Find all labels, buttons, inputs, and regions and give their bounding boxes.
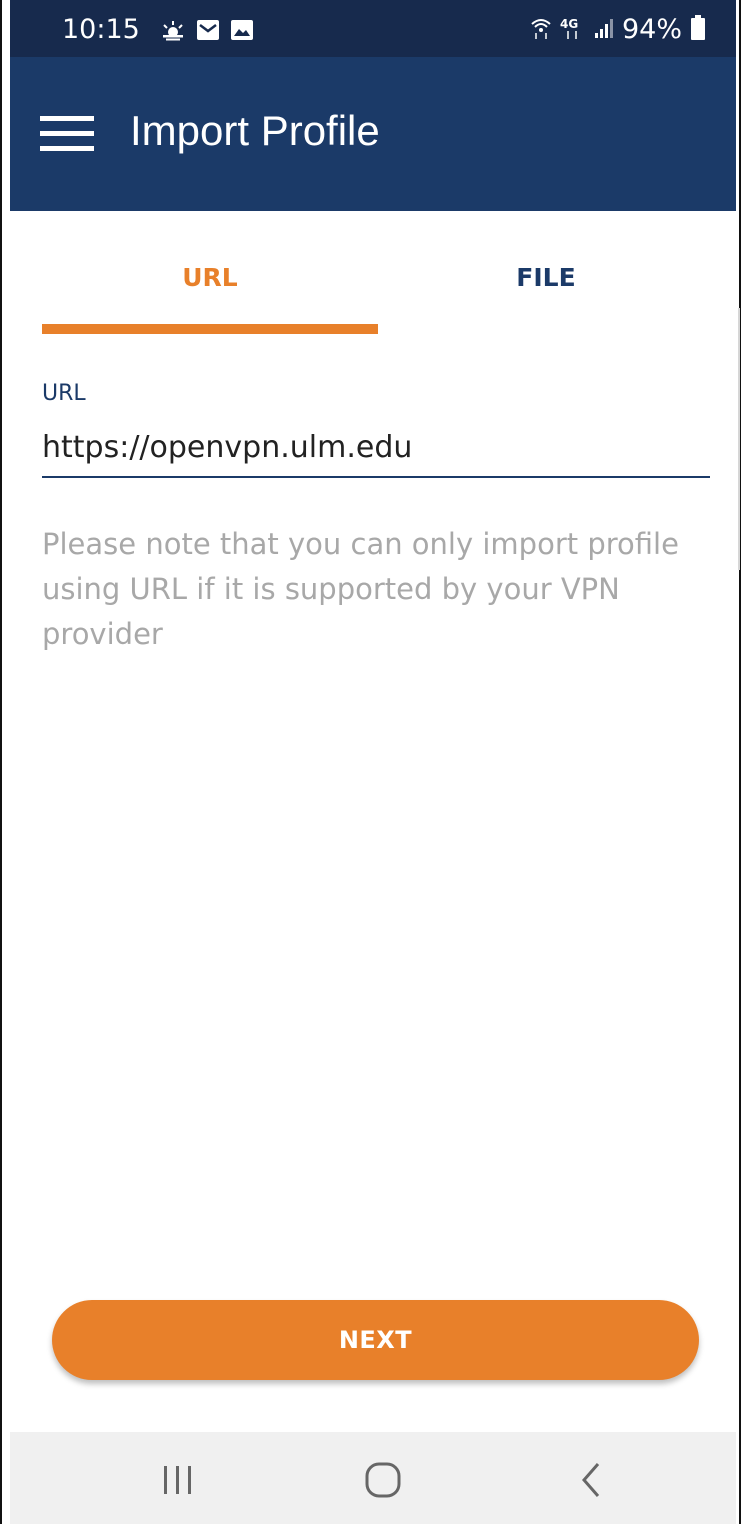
url-input[interactable] — [42, 418, 710, 478]
tab-file-label: FILE — [516, 263, 576, 292]
lte-icon: 4G — [560, 16, 586, 44]
image-icon — [230, 19, 254, 45]
tab-selected-indicator — [42, 324, 378, 334]
home-icon — [365, 1462, 401, 1498]
back-button[interactable] — [562, 1458, 622, 1502]
tab-url[interactable]: URL — [42, 211, 378, 341]
wifi-icon — [530, 16, 552, 44]
tab-bar: URL FILE — [10, 211, 736, 341]
hamburger-icon — [40, 116, 94, 151]
status-time: 10:15 — [62, 14, 140, 45]
page-title: Import Profile — [130, 107, 380, 154]
status-notification-icons — [160, 19, 254, 45]
menu-button[interactable] — [40, 112, 96, 156]
battery-percent: 94% — [621, 14, 682, 45]
scroll-indicator — [738, 308, 740, 570]
tab-url-label: URL — [182, 263, 238, 292]
system-nav-bar — [10, 1432, 736, 1524]
tab-file[interactable]: FILE — [378, 211, 714, 341]
battery-icon — [690, 14, 706, 45]
mail-icon — [196, 19, 220, 45]
recent-apps-button[interactable] — [148, 1458, 208, 1502]
signal-icon — [594, 17, 614, 43]
url-field-label: URL — [42, 381, 86, 406]
status-bar: 10:15 4G 94% — [10, 0, 736, 57]
next-button-label: NEXT — [338, 1326, 413, 1354]
weather-icon — [160, 19, 186, 45]
lte-label: 4G — [560, 17, 578, 31]
app-bar: Import Profile — [10, 57, 736, 211]
import-note: Please note that you can only import pro… — [42, 527, 679, 651]
recent-apps-icon — [164, 1466, 191, 1494]
home-button[interactable] — [353, 1458, 413, 1502]
back-chevron-icon — [582, 1463, 600, 1497]
status-system-icons: 4G 94% — [530, 14, 706, 45]
next-button[interactable]: NEXT — [52, 1300, 699, 1380]
